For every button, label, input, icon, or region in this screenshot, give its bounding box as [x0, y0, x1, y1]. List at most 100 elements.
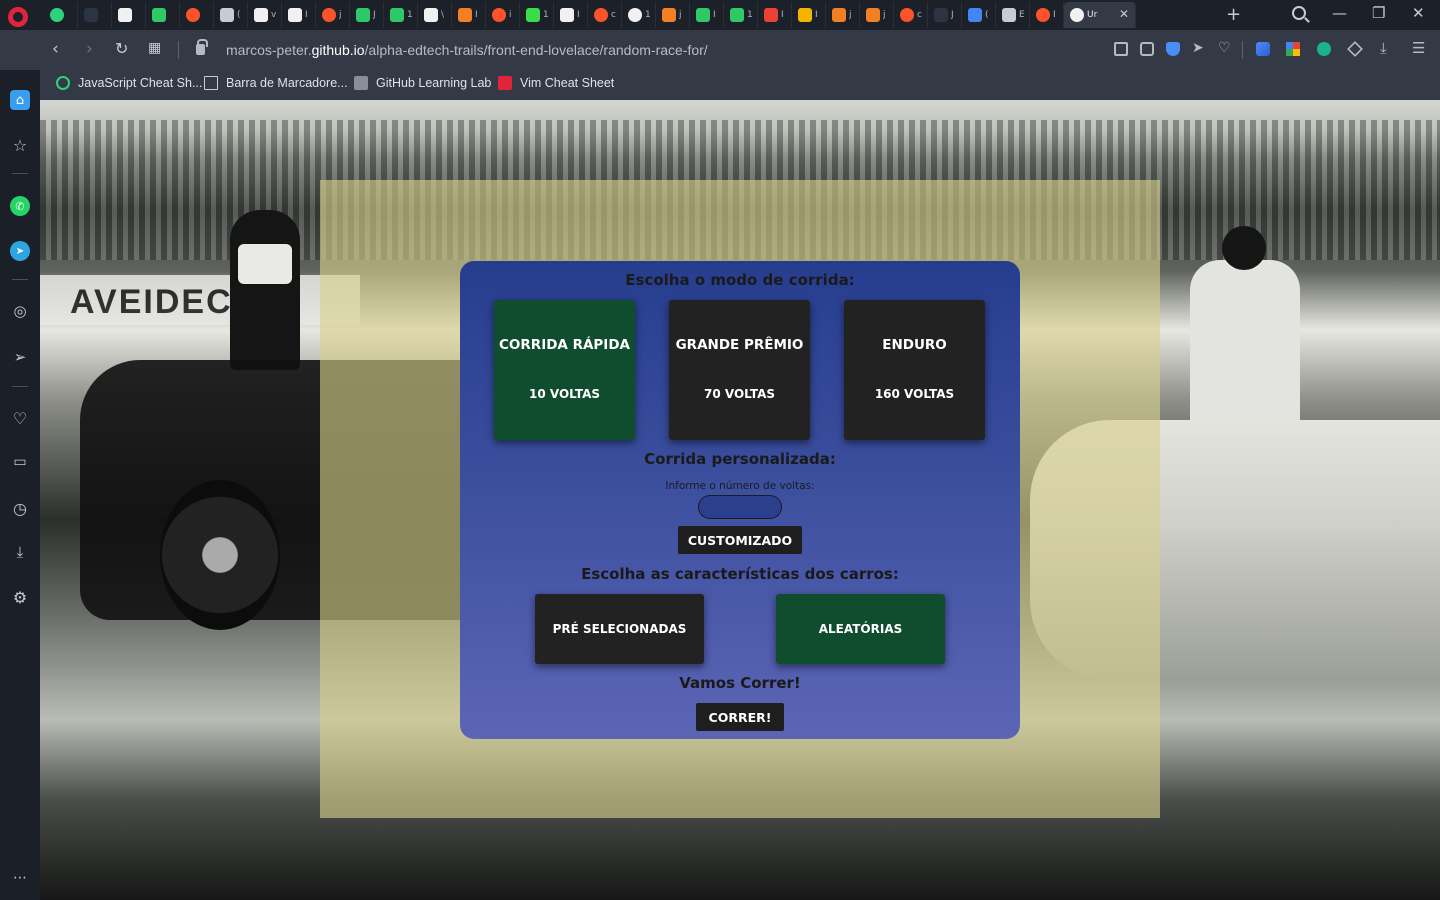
tab[interactable]: I	[282, 2, 316, 28]
lock-icon[interactable]	[196, 39, 208, 55]
correr-button[interactable]: CORRER!	[696, 703, 784, 731]
bookmark-label: Barra de Marcadore...	[226, 76, 348, 90]
star-icon[interactable]: ☆	[10, 135, 30, 155]
car-option-aleatorias[interactable]: ALEATÓRIAS	[776, 594, 945, 664]
customizado-button[interactable]: CUSTOMIZADO	[678, 526, 802, 554]
back-button[interactable]: ‹	[52, 39, 59, 59]
pluralsight-icon	[50, 8, 64, 22]
tab-title: Ur	[1087, 10, 1098, 20]
history-icon[interactable]: ◷	[10, 498, 30, 518]
send-icon[interactable]: ➤	[1192, 40, 1206, 56]
tab[interactable]: c	[588, 2, 622, 28]
brave-icon	[1036, 8, 1050, 22]
tab-title: I	[577, 10, 580, 20]
tab[interactable]: i	[486, 2, 520, 28]
tab[interactable]	[44, 2, 78, 28]
adblock-shield-icon[interactable]	[1166, 42, 1180, 56]
bookmark-javascript-cheat-sheet[interactable]: JavaScript Cheat Sh...	[56, 76, 202, 90]
tab[interactable]: j	[826, 2, 860, 28]
tabs-grid-icon[interactable]: ▦	[148, 40, 161, 56]
tab-strip: (v Ij J 1 \ Ii 1 Ic 1 j I 1 I Ij j c J (E I Ur ✕ + — ❐ ✕	[0, 0, 1440, 30]
tab[interactable]: I	[554, 2, 588, 28]
whatsapp-icon[interactable]: ✆	[10, 196, 30, 216]
heart-icon[interactable]: ♡	[1218, 40, 1232, 56]
bookmarks-bar: JavaScript Cheat Sh... Barra de Marcador…	[40, 70, 1440, 100]
extension-a-icon[interactable]	[1317, 42, 1331, 56]
home-icon[interactable]: ⌂	[10, 90, 30, 110]
tab[interactable]: j	[656, 2, 690, 28]
tab-search-icon[interactable]	[1292, 6, 1306, 20]
player-icon[interactable]: ◎	[10, 301, 30, 321]
tab[interactable]: J	[928, 2, 962, 28]
tab[interactable]: J	[350, 2, 384, 28]
tab-title: j	[883, 10, 886, 20]
tab[interactable]	[78, 2, 112, 28]
tab[interactable]: (	[962, 2, 996, 28]
tab[interactable]: (	[214, 2, 248, 28]
close-tab-icon[interactable]: ✕	[1119, 7, 1129, 21]
car-option-pre-selecionadas[interactable]: PRÉ SELECIONADAS	[535, 594, 704, 664]
url-field[interactable]: marcos-peter.github.io/alpha-edtech-trai…	[226, 42, 708, 58]
downloads-icon[interactable]: ⤓	[10, 542, 30, 562]
laps-input[interactable]	[698, 495, 782, 519]
tab[interactable]	[146, 2, 180, 28]
tab-title: i	[509, 10, 512, 20]
heart-icon[interactable]: ♡	[10, 408, 30, 428]
tab[interactable]: E	[996, 2, 1030, 28]
tab[interactable]: c	[894, 2, 928, 28]
custom-race-title: Corrida personalizada:	[644, 450, 836, 468]
share-icon[interactable]	[1114, 42, 1128, 56]
tab-title: (	[237, 10, 241, 20]
url-host: github.io	[311, 42, 365, 58]
close-window-button[interactable]: ✕	[1412, 4, 1425, 22]
tab[interactable]: I	[690, 2, 724, 28]
tab[interactable]: 1	[384, 2, 418, 28]
mode-enduro[interactable]: ENDURO 160 VOLTAS	[844, 300, 985, 440]
tab-title: 1	[543, 10, 549, 20]
opera-menu-icon[interactable]	[8, 7, 28, 27]
tab[interactable]: 1	[622, 2, 656, 28]
flow-icon[interactable]: ➢	[10, 347, 30, 367]
tab[interactable]	[180, 2, 214, 28]
tab[interactable]: v	[248, 2, 282, 28]
telegram-icon[interactable]: ➤	[10, 241, 30, 261]
mode-name: ENDURO	[882, 337, 947, 353]
mode-corrida-rapida[interactable]: CORRIDA RÁPIDA 10 VOLTAS	[494, 300, 635, 440]
tab[interactable]: 1	[724, 2, 758, 28]
tab[interactable]	[112, 2, 146, 28]
reload-button[interactable]: ↻	[115, 39, 128, 58]
bookmark-label: JavaScript Cheat Sh...	[78, 76, 203, 90]
extension-colors-icon[interactable]	[1286, 42, 1300, 56]
download-icon[interactable]: ⤓	[1380, 39, 1394, 57]
tab[interactable]: I	[452, 2, 486, 28]
forward-button[interactable]: ›	[86, 39, 93, 59]
tab[interactable]: j	[316, 2, 350, 28]
tab-title: j	[849, 10, 852, 20]
tab-title: j	[339, 10, 342, 20]
tab[interactable]: 1	[520, 2, 554, 28]
bookmark-github-learning-lab[interactable]: GitHub Learning Lab	[354, 76, 491, 90]
mode-grande-premio[interactable]: GRANDE PRÊMIO 70 VOLTAS	[669, 300, 810, 440]
tab-active[interactable]: Ur ✕	[1064, 2, 1136, 28]
settings-gear-icon[interactable]: ⚙	[10, 587, 30, 607]
hat-icon	[424, 8, 438, 22]
tab[interactable]: I	[1030, 2, 1064, 28]
more-icon[interactable]: ⋯	[10, 868, 30, 888]
bookmark-vim-cheat-sheet[interactable]: Vim Cheat Sheet	[498, 76, 614, 90]
new-tab-button[interactable]: +	[1226, 4, 1241, 25]
bookmark-folder-barra[interactable]: Barra de Marcadore...	[204, 76, 348, 90]
tab-title: I	[1053, 10, 1056, 20]
tab[interactable]: I	[758, 2, 792, 28]
tabs-icon[interactable]: ▭	[10, 452, 30, 472]
tab[interactable]: j	[860, 2, 894, 28]
minimize-button[interactable]: —	[1332, 4, 1347, 22]
tab[interactable]: I	[792, 2, 826, 28]
code-icon	[560, 8, 574, 22]
extension-vpn-icon[interactable]	[1256, 42, 1270, 56]
easy-setup-icon[interactable]: ☰	[1412, 39, 1426, 57]
hat-icon	[288, 8, 302, 22]
tab[interactable]: \	[418, 2, 452, 28]
cube-icon[interactable]	[1347, 41, 1363, 57]
camera-icon[interactable]	[1140, 42, 1154, 56]
restore-button[interactable]: ❐	[1372, 4, 1385, 22]
